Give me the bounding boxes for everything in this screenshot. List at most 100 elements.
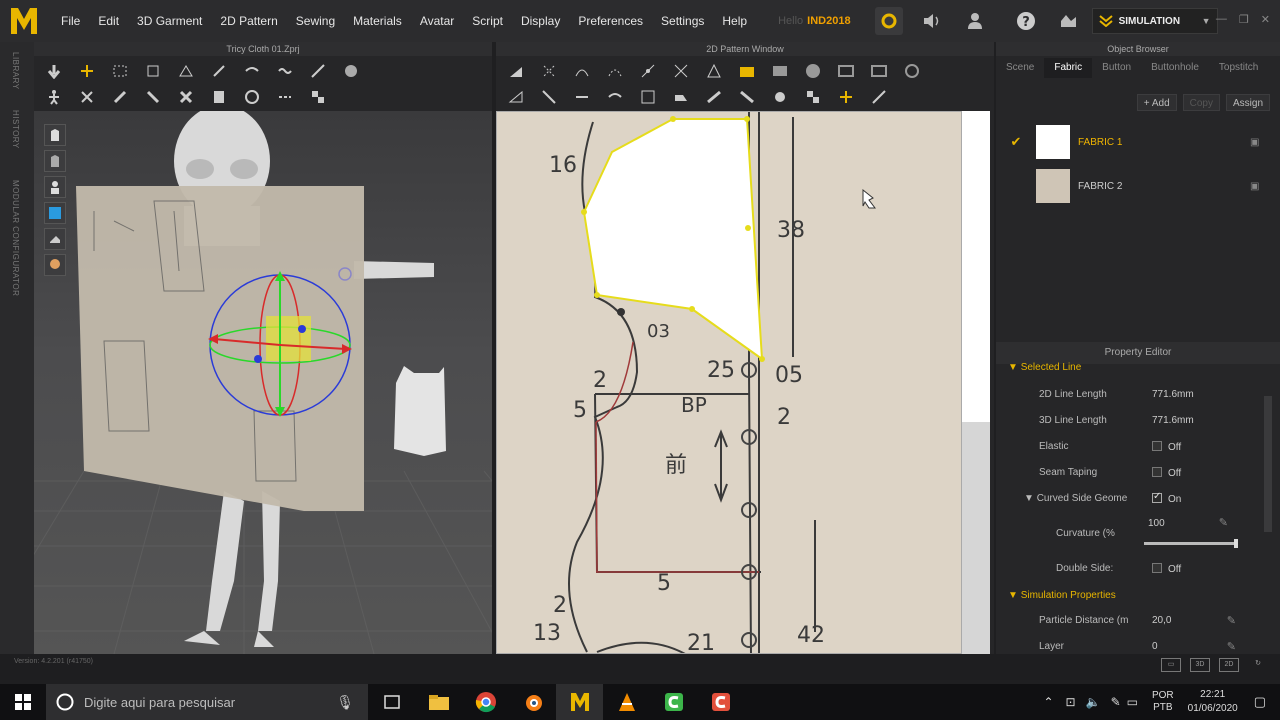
library-tab[interactable]: LIBRARY	[11, 52, 20, 90]
speaker-icon[interactable]	[918, 7, 946, 35]
cloud-icon[interactable]	[874, 7, 903, 35]
tool-pin-2d-icon[interactable]	[704, 88, 724, 106]
tool-polygon-icon[interactable]	[704, 62, 724, 80]
tab-topstitch[interactable]: Topstitch	[1209, 58, 1268, 78]
fabric-1-save-icon[interactable]: ▣	[1250, 137, 1280, 148]
tool-dart-icon[interactable]	[506, 88, 526, 106]
tool-rectangle-icon[interactable]	[770, 62, 790, 80]
menu-preferences[interactable]: Preferences	[569, 0, 652, 42]
layout-split-icon[interactable]: ▭	[1161, 658, 1181, 672]
edit-pen-icon[interactable]: ✎	[1227, 614, 1236, 627]
fabric-item-2[interactable]: FABRIC 2 ▣	[996, 164, 1280, 208]
chrome-icon[interactable]	[462, 684, 509, 720]
assign-fabric-button[interactable]: Assign	[1225, 94, 1270, 111]
avatar-view-icon[interactable]	[44, 176, 66, 198]
windows-start-icon[interactable]	[0, 684, 46, 720]
network-icon[interactable]: ⊡	[1066, 695, 1076, 709]
community-icon[interactable]	[1055, 7, 1083, 35]
double-side-checkbox[interactable]: Off	[1152, 563, 1181, 575]
tool-internal-circle-icon[interactable]	[902, 62, 922, 80]
menu-2d-pattern[interactable]: 2D Pattern	[211, 0, 286, 42]
tool-select-move-icon[interactable]	[77, 62, 97, 80]
tool-add-point-icon[interactable]	[638, 62, 658, 80]
chevron-up-icon[interactable]: ⌃	[1043, 695, 1053, 709]
tab-button[interactable]: Button	[1092, 58, 1141, 78]
property-editor-scrollbar[interactable]	[1264, 396, 1272, 532]
2d-vertical-scrollbar[interactable]	[962, 111, 990, 654]
tool-transform-icon[interactable]	[143, 62, 163, 80]
notifications-icon[interactable]: ▢	[1254, 694, 1266, 710]
tool-button-icon[interactable]	[242, 88, 262, 106]
3d-viewport[interactable]	[34, 111, 492, 654]
tool-segment-sewing-icon[interactable]	[572, 88, 592, 106]
tab-buttonhole[interactable]: Buttonhole	[1141, 58, 1209, 78]
tool-trace-icon[interactable]	[539, 88, 559, 106]
tool-strengthen-icon[interactable]	[143, 88, 163, 106]
simulation-properties-section[interactable]: ▼ Simulation Properties	[1008, 590, 1116, 601]
tool-fabric-icon[interactable]	[209, 88, 229, 106]
skin-view-icon[interactable]	[44, 254, 66, 276]
close-icon[interactable]: ✕	[1261, 13, 1270, 26]
menu-avatar[interactable]: Avatar	[411, 0, 463, 42]
tool-circle-icon[interactable]	[803, 62, 823, 80]
camtasia-green-icon[interactable]	[650, 684, 697, 720]
tool-draw-line-icon[interactable]	[308, 62, 328, 80]
menu-materials[interactable]: Materials	[344, 0, 411, 42]
selected-line-section[interactable]: ▼ Selected Line	[1008, 362, 1081, 373]
marvelous-designer-icon[interactable]	[556, 684, 603, 720]
fabric-item-1[interactable]: ✔ FABRIC 1 ▣	[996, 120, 1280, 164]
menu-sewing[interactable]: Sewing	[287, 0, 344, 42]
simulation-mode-selector[interactable]: SIMULATION ▼	[1091, 8, 1218, 34]
pen-workspace-icon[interactable]: ✎	[1111, 695, 1121, 709]
value-layer[interactable]: 0	[1152, 641, 1158, 652]
menu-script[interactable]: Script	[463, 0, 512, 42]
tool-fabric-grain-icon[interactable]	[836, 88, 856, 106]
tool-shrinkage-icon[interactable]	[176, 88, 196, 106]
language-indicator[interactable]: POR PTB	[1152, 690, 1174, 714]
edit-pen-icon[interactable]: ✎	[1219, 516, 1228, 529]
shirt-outline-icon[interactable]	[44, 150, 66, 172]
tool-avatar-pose-icon[interactable]	[44, 88, 64, 106]
edit-pen-icon[interactable]: ✎	[1227, 640, 1236, 653]
microphone-icon[interactable]: 🎙	[336, 694, 354, 711]
tool-pin-icon[interactable]	[209, 62, 229, 80]
file-explorer-icon[interactable]	[415, 684, 462, 720]
blender-icon[interactable]	[509, 684, 556, 720]
menu-display[interactable]: Display	[512, 0, 569, 42]
refresh-icon[interactable]: ↻	[1248, 658, 1268, 672]
system-clock[interactable]: 22:21 01/06/2020	[1188, 688, 1238, 716]
add-fabric-button[interactable]: + Add	[1136, 94, 1177, 111]
curved-side-checkbox[interactable]: On	[1152, 491, 1181, 505]
layout-3d-icon[interactable]: 3D	[1190, 658, 1210, 672]
vlc-icon[interactable]	[603, 684, 650, 720]
menu-file[interactable]: File	[52, 0, 89, 42]
menu-settings[interactable]: Settings	[652, 0, 713, 42]
tool-pin-sewing-icon[interactable]	[737, 88, 757, 106]
tool-arrow-down-icon[interactable]	[44, 62, 64, 80]
volume-icon[interactable]: 🔈	[1086, 695, 1101, 709]
tab-fabric[interactable]: Fabric	[1044, 58, 1093, 78]
tool-tack-icon[interactable]	[77, 88, 97, 106]
shoe-view-icon[interactable]	[44, 228, 66, 250]
value-curvature[interactable]: 100	[1148, 518, 1165, 529]
modular-configurator-tab[interactable]: MODULAR CONFIGURATOR	[11, 180, 20, 296]
tool-internal-rect-icon[interactable]	[869, 62, 889, 80]
tool-box-select-icon[interactable]	[110, 62, 130, 80]
tool-topstitch-2d-icon[interactable]	[803, 88, 823, 106]
tool-fold-icon[interactable]	[176, 62, 196, 80]
history-tab[interactable]: HISTORY	[11, 110, 20, 149]
tool-tack-on-avatar-icon[interactable]	[110, 88, 130, 106]
value-particle-distance[interactable]: 20,0	[1152, 615, 1171, 626]
minimize-icon[interactable]: —	[1216, 13, 1227, 26]
tool-edit-curvature-icon[interactable]	[572, 62, 592, 80]
2d-pattern-canvas[interactable]: 16 38 03 25 05 2 5 BP 2 前 5 2 13 21 42	[496, 111, 962, 654]
camtasia-red-icon[interactable]	[697, 684, 744, 720]
curvature-slider[interactable]	[1144, 539, 1238, 548]
texture-view-icon[interactable]	[44, 202, 66, 224]
battery-icon[interactable]: ▭	[1127, 695, 1138, 709]
menu-edit[interactable]: Edit	[89, 0, 128, 42]
tool-gather-icon[interactable]	[275, 62, 295, 80]
tool-sewing-icon[interactable]	[242, 62, 262, 80]
taskbar-search-box[interactable]: Digite aqui para pesquisar 🎙	[46, 684, 368, 720]
maximize-icon[interactable]: ❐	[1239, 13, 1249, 26]
